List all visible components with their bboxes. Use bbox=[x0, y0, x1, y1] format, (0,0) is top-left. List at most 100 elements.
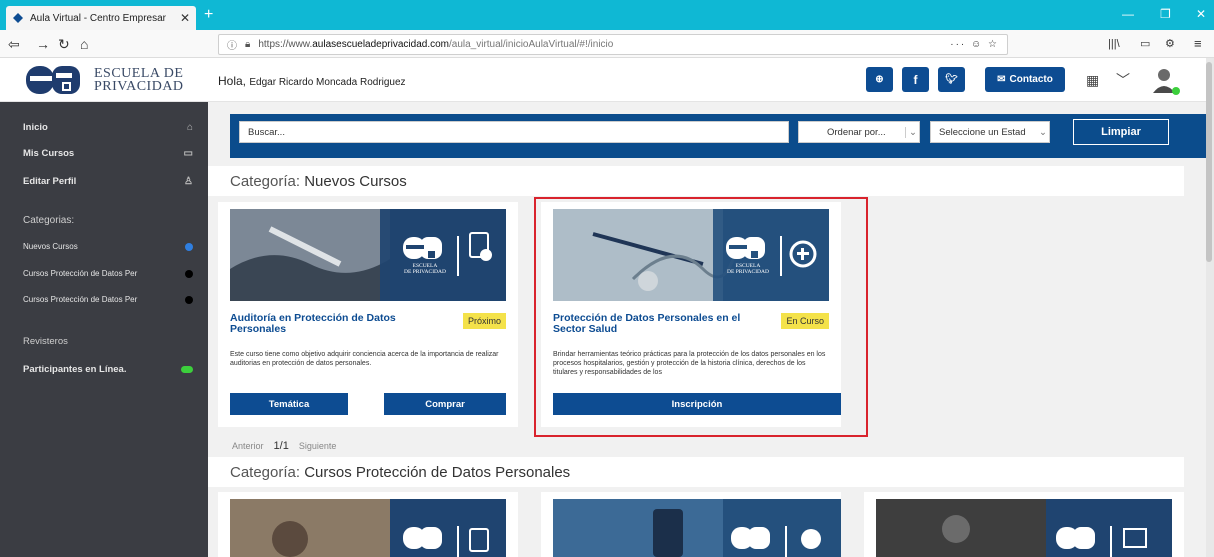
logo-mark-icon bbox=[26, 66, 80, 94]
pager-prev[interactable]: Anterior bbox=[232, 441, 264, 451]
restore-icon[interactable]: ❐ bbox=[1160, 7, 1171, 21]
user-greeting: Hola, Edgar Ricardo Moncada Rodriguez bbox=[218, 74, 406, 88]
category-dot bbox=[185, 295, 193, 304]
category-label: Nuevos Cursos bbox=[23, 242, 78, 251]
tab-close-icon[interactable]: ✕ bbox=[180, 11, 190, 25]
browser-tab-bar: Aula Virtual - Centro Empresar ✕ + — ❐ ✕ bbox=[0, 0, 1214, 30]
close-window-icon[interactable]: ✕ bbox=[1196, 7, 1206, 21]
category-label: Cursos Protección de Datos Per bbox=[23, 269, 138, 278]
sidebar-item-revisteros[interactable]: Revisteros bbox=[23, 336, 193, 347]
course-title[interactable]: Auditoría en Protección de Datos Persona… bbox=[230, 313, 450, 335]
pager-current: 1/1 bbox=[273, 440, 289, 452]
sidebar-item-label: Revisteros bbox=[23, 336, 68, 347]
category-prefix: Categoría: bbox=[230, 463, 301, 481]
sidebar-item-label: Mis Cursos bbox=[23, 148, 75, 159]
back-icon[interactable]: ⇦ bbox=[8, 36, 20, 52]
state-select[interactable]: Seleccione un Estad ⌄ bbox=[930, 121, 1050, 143]
pager-next[interactable]: Siguiente bbox=[299, 441, 337, 451]
facebook-icon: f bbox=[913, 72, 918, 87]
sidebar-item-cursos-proteccion-2[interactable]: Cursos Protección de Datos Per bbox=[23, 295, 193, 304]
search-placeholder: Buscar... bbox=[248, 126, 285, 138]
site-header: ESCUELA DE PRIVACIDAD Hola, Edgar Ricardo… bbox=[0, 58, 1214, 102]
course-image[interactable]: ESCUELA DE PRIVACIDAD bbox=[230, 209, 506, 301]
user-avatar[interactable] bbox=[1148, 63, 1182, 97]
sidebar-item-inicio[interactable]: Inicio ⌂ bbox=[23, 122, 193, 133]
pagination: Anterior 1/1 Siguiente bbox=[232, 440, 336, 452]
browser-tab[interactable]: Aula Virtual - Centro Empresar ✕ bbox=[6, 6, 196, 30]
minimize-icon[interactable]: — bbox=[1122, 7, 1134, 21]
category-label: Cursos Protección de Datos Per bbox=[23, 295, 138, 304]
chevron-down-icon: ⌄ bbox=[905, 126, 917, 138]
new-tab-icon[interactable]: + bbox=[204, 6, 213, 24]
url-host: aulasescueladeprivacidad.com bbox=[312, 39, 449, 50]
order-select[interactable]: Ordenar por... ⌄ bbox=[798, 121, 920, 143]
home-icon: ⌂ bbox=[186, 122, 193, 133]
page-actions[interactable]: ··· ☺ ☆ bbox=[950, 39, 999, 50]
course-card bbox=[864, 492, 1184, 557]
sidebar-item-label: Participantes en Línea. bbox=[23, 364, 127, 375]
status-badge: Próximo bbox=[462, 313, 506, 329]
user-icon: ♙ bbox=[184, 176, 193, 187]
sidebar-item-mis-cursos[interactable]: Mis Cursos ▭ bbox=[23, 148, 193, 159]
home-icon[interactable]: ⌂ bbox=[80, 36, 88, 52]
url-bar[interactable]: ⓘ 🔒︎ https://www.aulasescueladeprivacida… bbox=[218, 34, 1008, 55]
category-dot bbox=[185, 269, 193, 278]
sidebar-item-participantes[interactable]: Participantes en Línea. bbox=[23, 364, 193, 375]
search-input[interactable]: Buscar... bbox=[239, 121, 789, 143]
sidebar: Inicio ⌂ Mis Cursos ▭ Editar Perfil ♙ Categ… bbox=[0, 102, 208, 557]
library-icon[interactable]: |||\ bbox=[1108, 36, 1120, 52]
sidebar-item-nuevos-cursos[interactable]: Nuevos Cursos bbox=[23, 242, 193, 251]
url-path: /aula_virtual/inicioAulaVirtual/#!/inici… bbox=[448, 39, 614, 50]
twitter-button[interactable]: 🐦︎ bbox=[938, 67, 965, 92]
course-image[interactable] bbox=[230, 499, 506, 557]
page-scrollbar[interactable] bbox=[1206, 58, 1214, 557]
course-image[interactable] bbox=[553, 499, 841, 557]
state-label: Seleccione un Estad bbox=[939, 126, 1026, 138]
calendar-icon[interactable]: ▦ bbox=[1086, 72, 1099, 89]
comprar-button[interactable]: Comprar bbox=[384, 393, 506, 415]
site-logo[interactable]: ESCUELA DE PRIVACIDAD bbox=[22, 63, 184, 97]
course-description: Este curso tiene como objetivo adquirir … bbox=[230, 351, 499, 367]
tab-title: Aula Virtual - Centro Empresar bbox=[30, 12, 166, 24]
mail-icon: ✉ bbox=[997, 74, 1006, 85]
reload-icon[interactable]: ↻ bbox=[58, 36, 70, 52]
menu-icon[interactable]: ≡ bbox=[1194, 36, 1202, 52]
image-logo-line2: DE PRIVACIDAD bbox=[404, 269, 446, 275]
facebook-button[interactable]: f bbox=[902, 67, 929, 92]
logo-line2: PRIVACIDAD bbox=[94, 79, 184, 94]
sidebar-toggle-icon[interactable]: ▭ bbox=[1140, 36, 1150, 52]
course-image[interactable] bbox=[876, 499, 1172, 557]
filter-bar: Buscar... Ordenar por... ⌄ Seleccione un … bbox=[230, 114, 1206, 158]
clear-button[interactable]: Limpiar bbox=[1073, 119, 1169, 145]
sidebar-item-label: Inicio bbox=[23, 122, 48, 133]
forward-icon[interactable]: → bbox=[36, 36, 50, 52]
twitter-icon: 🐦︎ bbox=[945, 74, 958, 85]
monitor-icon: ▭ bbox=[183, 148, 193, 159]
scroll-thumb[interactable] bbox=[1206, 62, 1212, 262]
category-name: Nuevos Cursos bbox=[304, 172, 407, 190]
category-header-proteccion: Categoría: Cursos Protección de Datos Pe… bbox=[208, 457, 1184, 487]
sidebar-item-editar-perfil[interactable]: Editar Perfil ♙ bbox=[23, 176, 193, 187]
extensions-icon[interactable]: ⚙ bbox=[1165, 36, 1175, 52]
chevron-down-icon[interactable]: ﹀ bbox=[1116, 70, 1130, 90]
category-name: Cursos Protección de Datos Personales bbox=[304, 463, 571, 481]
contact-button[interactable]: ✉ Contacto bbox=[985, 67, 1065, 92]
categories-title: Categorias: bbox=[23, 215, 75, 226]
highlight-frame bbox=[534, 197, 868, 437]
category-header-nuevos: Categoría: Nuevos Cursos bbox=[208, 166, 1184, 196]
tematica-button[interactable]: Temática bbox=[230, 393, 348, 415]
online-indicator bbox=[181, 366, 193, 373]
globe-button[interactable]: ⊕ bbox=[866, 67, 893, 92]
main-content: Buscar... Ordenar por... ⌄ Seleccione un … bbox=[208, 102, 1206, 557]
sidebar-item-label: Editar Perfil bbox=[23, 176, 77, 187]
course-card bbox=[218, 492, 518, 557]
course-card bbox=[541, 492, 841, 557]
globe-icon: ⊕ bbox=[875, 74, 884, 85]
order-label: Ordenar por... bbox=[827, 126, 886, 138]
user-name: Edgar Ricardo Moncada Rodriguez bbox=[249, 77, 406, 88]
category-dot bbox=[185, 242, 193, 251]
sidebar-item-cursos-proteccion-1[interactable]: Cursos Protección de Datos Per bbox=[23, 269, 193, 278]
info-icon[interactable]: ⓘ bbox=[227, 37, 237, 52]
browser-nav-bar: ⇦ → ↻ ⌂ ⓘ 🔒︎ https://www.aulasescueladep… bbox=[0, 30, 1214, 58]
course-card: ESCUELA DE PRIVACIDAD Auditoría en Protec… bbox=[218, 202, 518, 427]
